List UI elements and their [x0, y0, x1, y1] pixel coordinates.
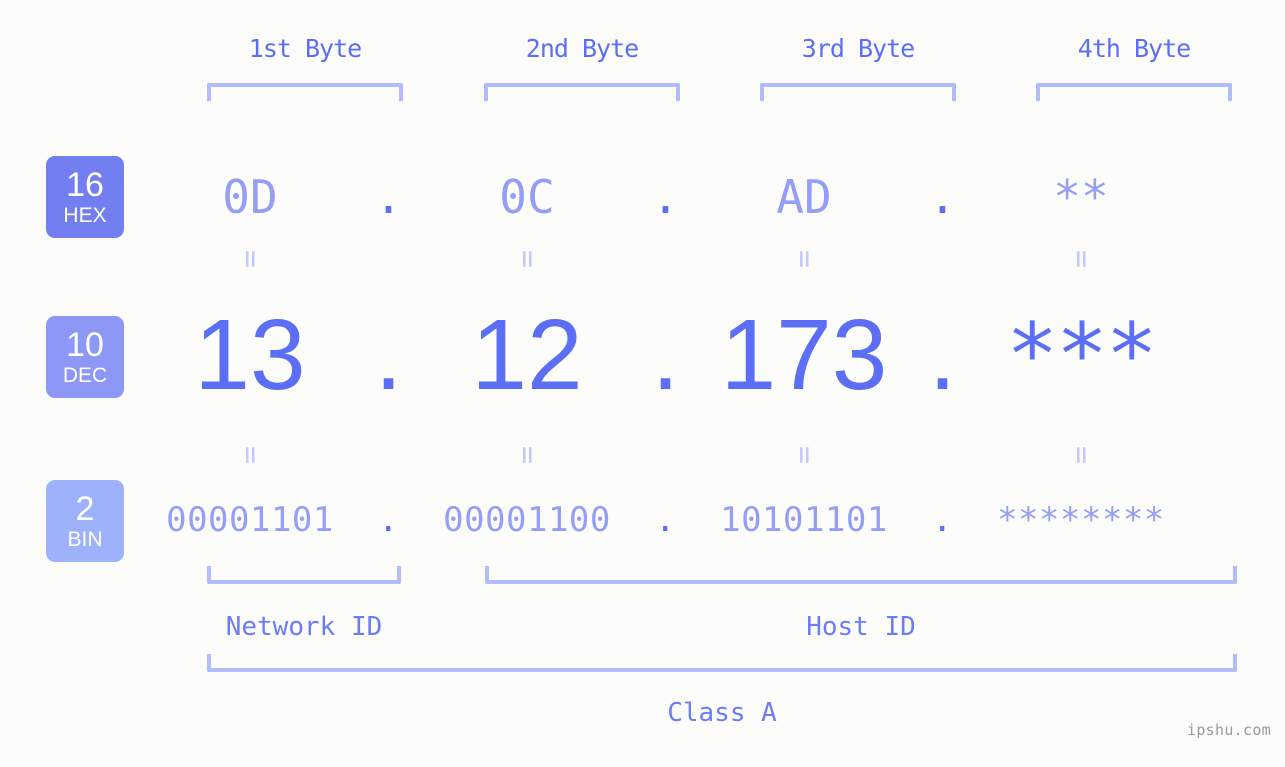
equals-glyph: =	[233, 249, 268, 269]
dec-separator-3: .	[928, 298, 957, 411]
hex-separator-2: .	[651, 170, 680, 224]
hex-value-row: 0D . 0C . AD . **	[150, 152, 1260, 242]
ip-address-breakdown-diagram: 1st Byte 2nd Byte 3rd Byte 4th Byte 16 H…	[0, 0, 1285, 767]
hex-separator-3: .	[928, 170, 957, 224]
base-badge-bin: 2 BIN	[46, 480, 124, 562]
base-badge-bin-number: 2	[75, 490, 95, 528]
equals-glyph: =	[787, 445, 822, 465]
equals-sign-8: =	[981, 440, 1181, 470]
base-badge-dec-label: DEC	[62, 364, 108, 387]
byte-bracket-3	[760, 83, 956, 101]
equals-sign-2: =	[427, 244, 627, 274]
bin-byte-1: 00001101	[166, 500, 334, 540]
dec-byte-3: 173	[720, 298, 888, 411]
byte-bracket-1	[207, 83, 403, 101]
equals-glyph: =	[510, 445, 545, 465]
equals-sign-1: =	[150, 244, 350, 274]
bin-separator-1: .	[378, 500, 399, 540]
base-badge-dec-number: 10	[66, 326, 104, 364]
byte-bracket-4	[1036, 83, 1232, 101]
dec-separator-1: .	[374, 298, 403, 411]
equals-glyph: =	[787, 249, 822, 269]
equals-row-dec-bin: = = = =	[150, 440, 1260, 470]
base-badge-hex-label: HEX	[63, 204, 107, 227]
hex-byte-4: **	[1053, 170, 1109, 224]
bin-byte-2: 00001100	[443, 500, 611, 540]
equals-glyph: =	[233, 445, 268, 465]
equals-glyph: =	[1064, 445, 1099, 465]
bin-separator-2: .	[655, 500, 676, 540]
dec-byte-1: 13	[194, 298, 306, 411]
equals-row-hex-dec: = = = =	[150, 244, 1260, 274]
base-badge-bin-label: BIN	[67, 528, 103, 551]
dec-separator-2: .	[651, 298, 680, 411]
class-bracket	[207, 654, 1237, 672]
equals-spacer-6	[904, 440, 981, 470]
byte-header-1: 1st Byte	[248, 34, 362, 63]
equals-spacer-1	[350, 244, 427, 274]
equals-sign-5: =	[150, 440, 350, 470]
byte-bracket-2	[484, 83, 680, 101]
byte-header-2: 2nd Byte	[525, 34, 639, 63]
base-badge-hex-number: 16	[66, 166, 104, 204]
hex-byte-3: AD	[776, 170, 832, 224]
hex-byte-2: 0C	[499, 170, 555, 224]
equals-spacer-2	[627, 244, 704, 274]
dec-value-row: 13 . 12 . 173 . ***	[150, 290, 1260, 420]
bin-byte-3: 10101101	[720, 500, 888, 540]
equals-spacer-4	[350, 440, 427, 470]
equals-spacer-5	[627, 440, 704, 470]
equals-glyph: =	[1064, 249, 1099, 269]
hex-separator-1: .	[374, 170, 403, 224]
byte-header-3: 3rd Byte	[801, 34, 915, 63]
equals-sign-3: =	[704, 244, 904, 274]
host-id-label: Host ID	[806, 612, 916, 642]
dec-byte-2: 12	[471, 298, 583, 411]
bin-value-row: 00001101 . 00001100 . 10101101 . *******…	[150, 490, 1260, 550]
bin-separator-3: .	[932, 500, 953, 540]
network-id-bracket	[207, 566, 401, 584]
hex-byte-1: 0D	[222, 170, 278, 224]
byte-header-4: 4th Byte	[1077, 34, 1191, 63]
host-id-bracket	[485, 566, 1237, 584]
class-label: Class A	[667, 698, 777, 728]
equals-glyph: =	[510, 249, 545, 269]
bin-byte-4: ********	[997, 500, 1165, 540]
equals-sign-6: =	[427, 440, 627, 470]
dec-byte-4: ***	[1006, 305, 1157, 405]
equals-sign-4: =	[981, 244, 1181, 274]
base-badge-hex: 16 HEX	[46, 156, 124, 238]
equals-spacer-3	[904, 244, 981, 274]
network-id-label: Network ID	[225, 612, 383, 642]
site-watermark: ipshu.com	[1187, 721, 1271, 739]
equals-sign-7: =	[704, 440, 904, 470]
base-badge-dec: 10 DEC	[46, 316, 124, 398]
